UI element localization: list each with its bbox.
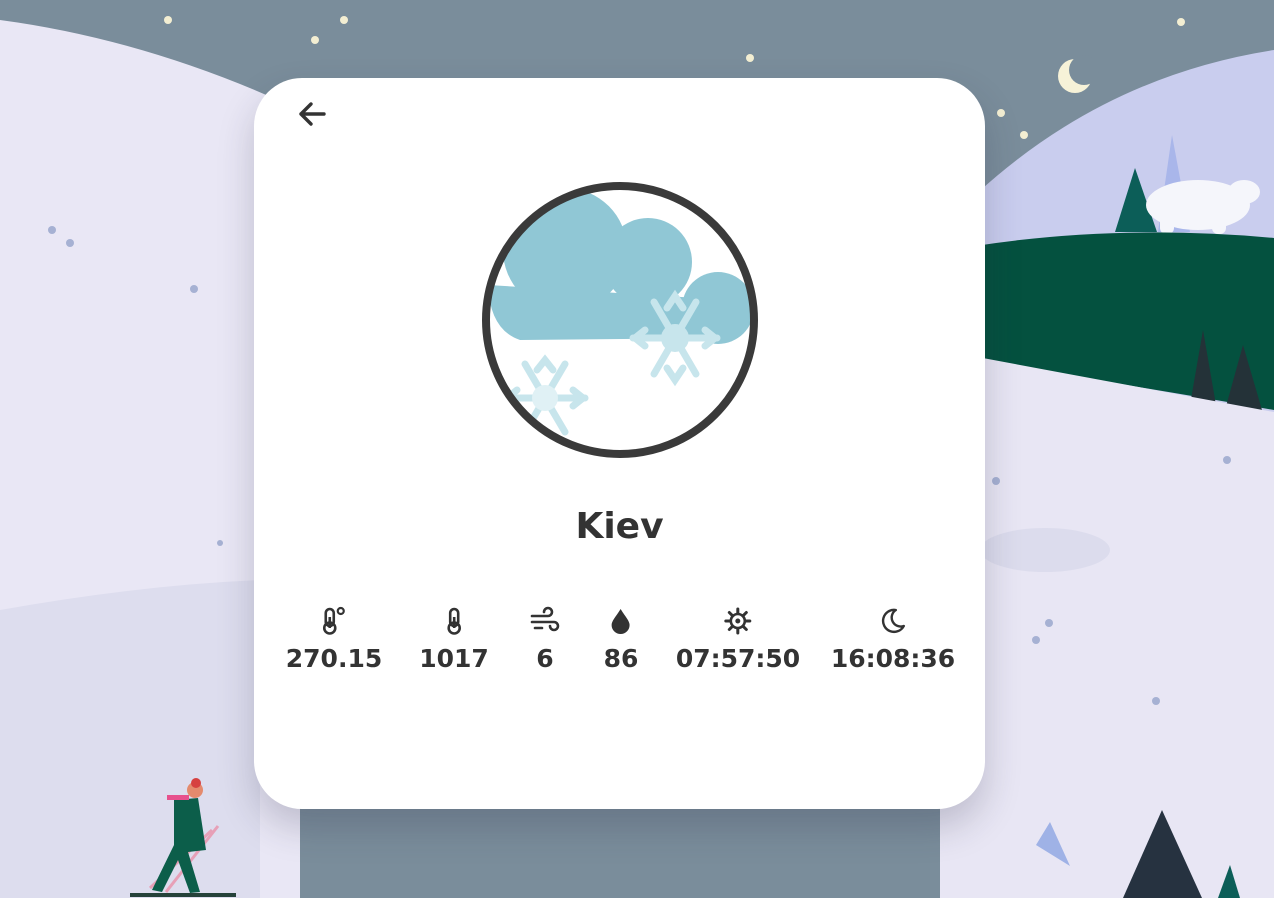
cloud-snow-icon — [482, 182, 758, 458]
stat-value: 6 — [536, 644, 554, 673]
snow-ground-left — [0, 580, 260, 898]
stat-humidity: 86 — [603, 606, 639, 673]
wind-icon — [530, 606, 560, 636]
weather-stats: 270.15 1017 6 86 07:57:50 16:08:36 — [254, 606, 985, 686]
arrow-left-icon — [299, 102, 326, 126]
gear-icon — [723, 606, 753, 636]
weather-card: Kiev 270.15 1017 6 86 07:57:50 16:08:36 — [254, 78, 985, 809]
city-name: Kiev — [575, 506, 664, 547]
stat-pressure: 1017 — [419, 606, 489, 673]
stat-sunset: 16:08:36 — [831, 606, 955, 673]
stat-value: 86 — [603, 644, 639, 673]
thermometer-icon — [439, 606, 469, 636]
stat-value: 1017 — [419, 644, 489, 673]
stat-wind: 6 — [530, 606, 560, 673]
humidity-drop-icon — [606, 606, 636, 636]
stat-temperature: 270.15 — [286, 606, 382, 673]
back-button[interactable] — [294, 98, 330, 130]
snow-ground-right — [940, 350, 1274, 898]
stat-value: 16:08:36 — [830, 644, 956, 673]
stat-sunrise: 07:57:50 — [676, 606, 800, 673]
stat-value: 07:57:50 — [675, 644, 801, 673]
thermometer-degree-icon — [319, 606, 349, 636]
moon-icon — [878, 606, 908, 636]
stat-value: 270.15 — [285, 644, 383, 673]
